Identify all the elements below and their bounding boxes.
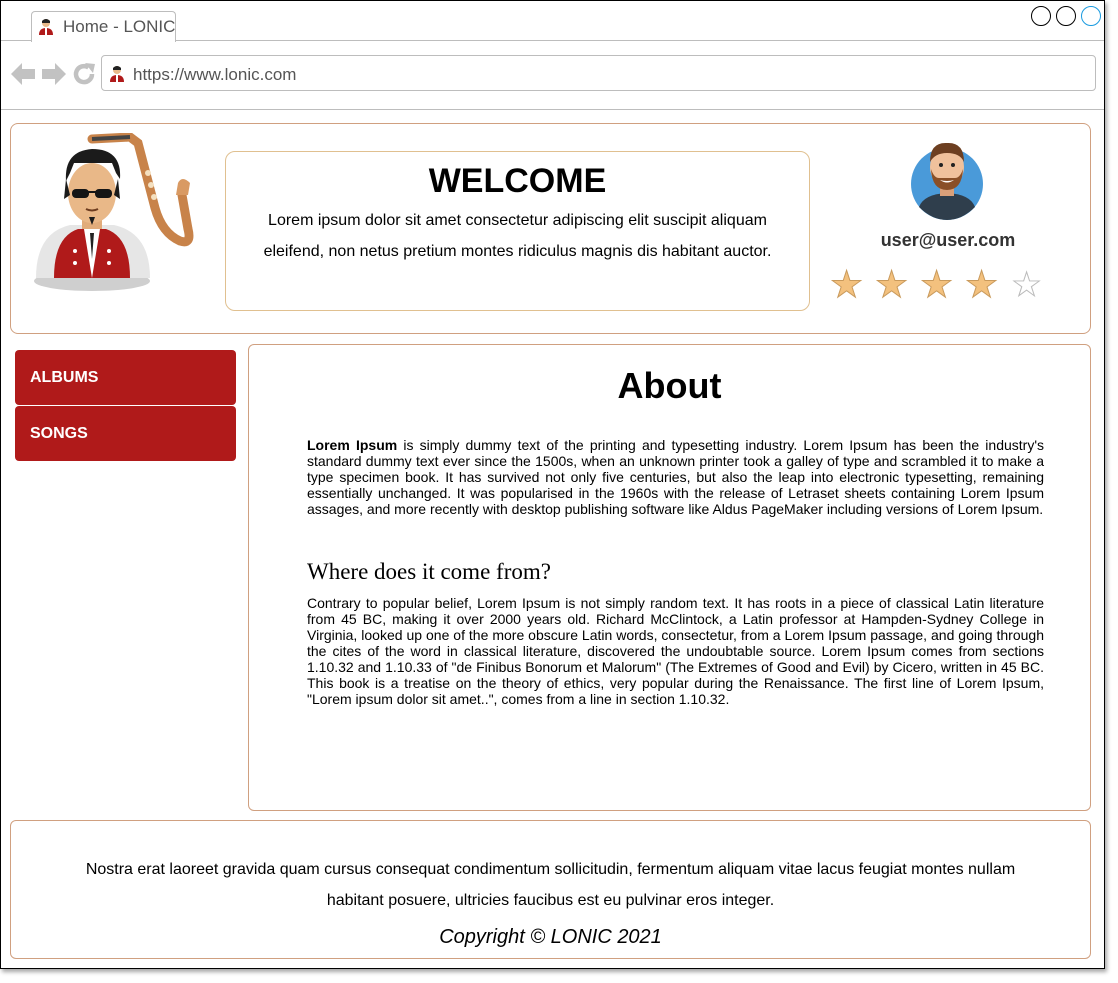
sidebar-nav: ALBUMS SONGS (15, 350, 236, 462)
welcome-panel: WELCOME Lorem ipsum dolor sit amet conse… (225, 151, 810, 311)
maximize-button[interactable] (1056, 6, 1076, 26)
footer-text: Nostra erat laoreet gravida quam cursus … (85, 861, 1016, 909)
star-empty-icon[interactable]: ☆ (1010, 263, 1043, 307)
forward-arrow-icon[interactable] (41, 63, 66, 85)
copyright-text: Copyright © LONIC 2021 (439, 926, 662, 948)
star-filled-icon[interactable]: ★ (874, 263, 908, 307)
main-content: About Lorem Ipsum is simply dummy text o… (248, 344, 1091, 811)
welcome-title: WELCOME (428, 162, 607, 200)
back-arrow-icon[interactable] (11, 63, 36, 85)
url-text: https://www.lonic.com (133, 65, 297, 84)
welcome-text: Lorem ipsum dolor sit amet consectetur a… (263, 212, 772, 260)
intro-text: is simply dummy text of the printing and… (307, 437, 1044, 517)
intro-paragraph: Lorem Ipsum is simply dummy text of the … (307, 437, 1044, 517)
star-filled-icon[interactable]: ★ (964, 263, 998, 307)
saxophone-player-logo[interactable] (30, 133, 195, 293)
user-email: user@user.com (880, 230, 1016, 250)
user-avatar-icon[interactable] (910, 140, 985, 220)
sidebar-item-albums[interactable]: ALBUMS (15, 350, 236, 405)
url-bar[interactable]: https://www.lonic.com (101, 55, 1096, 91)
site-footer: Nostra erat laoreet gravida quam cursus … (10, 820, 1091, 959)
star-filled-icon[interactable]: ★ (919, 263, 953, 307)
section-heading: Where does it come from? (307, 559, 551, 584)
url-favicon-icon (110, 66, 124, 82)
close-button[interactable] (1081, 6, 1101, 26)
intro-bold-text: Lorem Ipsum (307, 437, 398, 453)
body-paragraph: Contrary to popular belief, Lorem Ipsum … (307, 595, 1044, 707)
browser-toolbar: https://www.lonic.com (1, 41, 1104, 110)
reload-icon[interactable] (72, 62, 96, 86)
star-filled-icon[interactable]: ★ (829, 263, 863, 307)
sidebar-item-songs[interactable]: SONGS (15, 406, 236, 461)
page-title: About (617, 365, 722, 406)
minimize-button[interactable] (1031, 6, 1051, 26)
tab-bar: Home - LONIC (1, 1, 1104, 42)
tab-title: Home - LONIC (63, 17, 176, 36)
tab-favicon-icon (39, 19, 53, 35)
browser-tab[interactable]: Home - LONIC (31, 11, 176, 42)
